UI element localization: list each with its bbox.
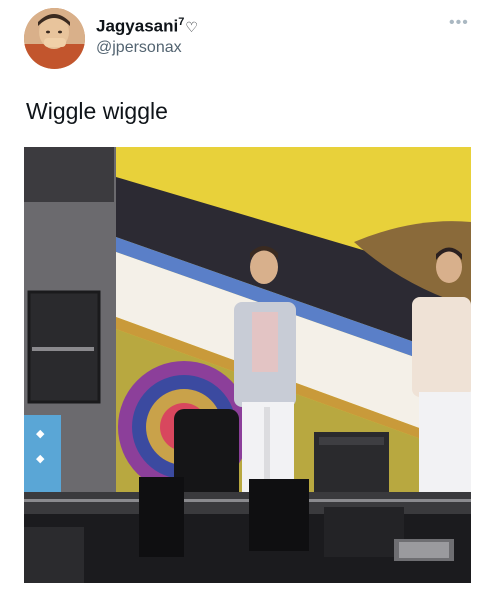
display-name-superscript: 7 [178, 16, 185, 28]
user-handle[interactable]: @jpersonax [96, 39, 182, 57]
avatar-image [24, 8, 85, 69]
tweet-video[interactable]: ◆ ◆ [24, 147, 471, 583]
display-name[interactable]: Jagyasani7♡ [96, 16, 198, 37]
svg-text:◆: ◆ [36, 452, 45, 465]
tweet-text: Wiggle wiggle [26, 98, 168, 124]
display-name-text: Jagyasani [96, 16, 179, 36]
more-dots-icon[interactable]: ••• [449, 14, 469, 32]
tweet-header: Jagyasani7♡ @jpersonax ••• [0, 0, 494, 80]
concert-stage-image: ◆ ◆ [24, 147, 471, 583]
heart-emoji: ♡ [185, 18, 198, 35]
svg-text:◆: ◆ [36, 427, 45, 440]
avatar[interactable] [24, 8, 85, 69]
